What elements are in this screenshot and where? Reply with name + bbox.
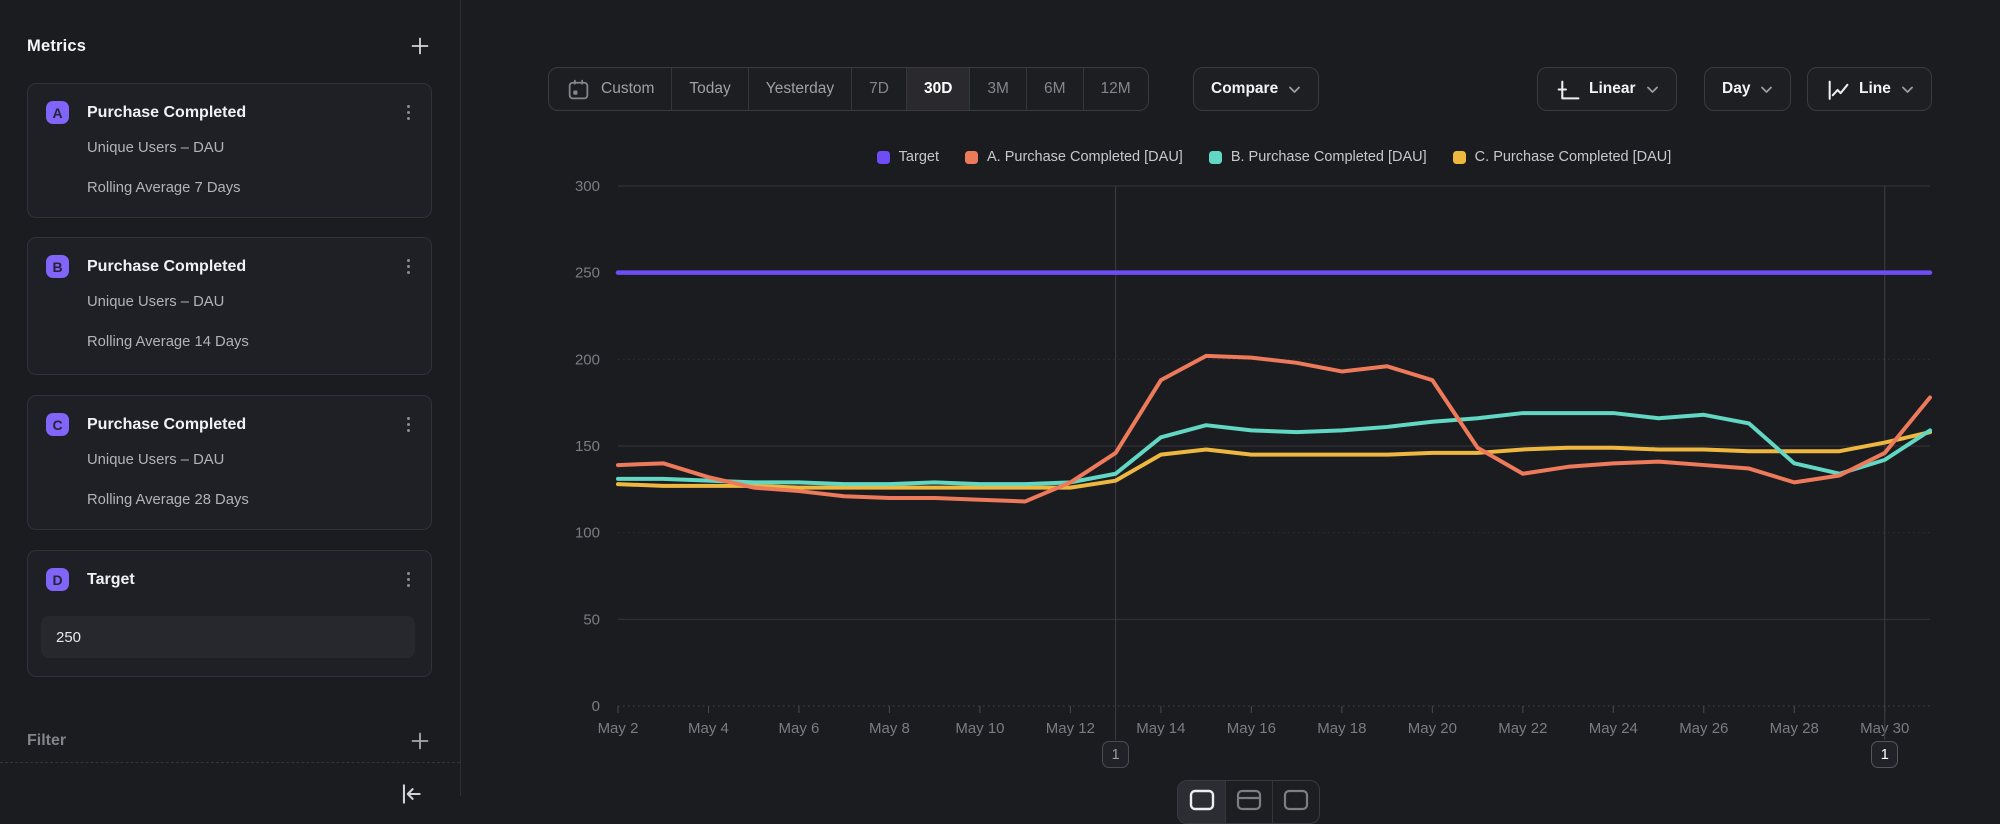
chevron-down-icon [1901, 85, 1914, 94]
target-title: Target [87, 571, 399, 589]
filter-title: Filter [27, 732, 66, 750]
view-chart-button[interactable] [1178, 781, 1225, 823]
add-filter-button[interactable] [409, 730, 431, 752]
annotation-badge[interactable]: 1 [1102, 741, 1129, 768]
svg-text:150: 150 [575, 438, 600, 455]
range-yesterday[interactable]: Yesterday [748, 68, 851, 110]
range-custom[interactable]: Custom [549, 68, 671, 110]
svg-text:250: 250 [575, 265, 600, 282]
range-30d[interactable]: 30D [906, 68, 969, 110]
svg-text:50: 50 [583, 611, 600, 628]
metric-title: Purchase Completed [87, 104, 399, 122]
chevron-down-icon [1288, 85, 1301, 94]
metric-badge-a: A [46, 101, 69, 124]
chart-legend: Target A. Purchase Completed [DAU] B. Pu… [618, 146, 1930, 168]
range-12m[interactable]: 12M [1083, 68, 1148, 110]
svg-text:May 28: May 28 [1770, 720, 1819, 737]
svg-text:May 8: May 8 [869, 720, 910, 737]
metric-card-b[interactable]: B Purchase Completed Unique Users – DAU … [27, 237, 432, 375]
sidebar-divider [0, 762, 460, 763]
metric-badge-d: D [46, 568, 69, 591]
svg-text:May 26: May 26 [1679, 720, 1728, 737]
legend-item-a[interactable]: A. Purchase Completed [DAU] [965, 149, 1183, 165]
metric-title: Purchase Completed [87, 416, 399, 434]
line-chart-icon [1825, 77, 1850, 102]
metric-card-c[interactable]: C Purchase Completed Unique Users – DAU … [27, 395, 432, 530]
metric-rolling: Rolling Average 14 Days [87, 334, 417, 350]
sidebar-title: Metrics [27, 37, 86, 56]
legend-item-target[interactable]: Target [877, 149, 939, 165]
svg-text:May 2: May 2 [598, 720, 639, 737]
svg-text:May 18: May 18 [1317, 720, 1366, 737]
kebab-menu-icon[interactable] [399, 102, 417, 124]
compare-button[interactable]: Compare [1193, 67, 1319, 111]
svg-text:300: 300 [575, 178, 600, 195]
kebab-menu-icon[interactable] [399, 414, 417, 436]
table-view-icon [1236, 789, 1262, 811]
metric-title: Purchase Completed [87, 258, 399, 276]
plus-icon [410, 36, 430, 56]
legend-swatch [1453, 151, 1466, 164]
legend-item-b[interactable]: B. Purchase Completed [DAU] [1209, 149, 1427, 165]
legend-item-c[interactable]: C. Purchase Completed [DAU] [1453, 149, 1672, 165]
legend-swatch [877, 151, 890, 164]
range-3m[interactable]: 3M [969, 68, 1026, 110]
linear-scale-icon [1555, 77, 1580, 102]
target-card[interactable]: D Target [27, 550, 432, 677]
svg-text:May 14: May 14 [1136, 720, 1185, 737]
add-metric-button[interactable] [409, 35, 431, 57]
target-value-input[interactable] [41, 616, 415, 658]
metric-measure: Unique Users – DAU [87, 140, 417, 156]
split-view-icon [1283, 789, 1309, 811]
svg-text:May 22: May 22 [1498, 720, 1547, 737]
chevron-down-icon [1646, 85, 1659, 94]
metric-card-a[interactable]: A Purchase Completed Unique Users – DAU … [27, 83, 432, 218]
annotation-badge[interactable]: 1 [1871, 741, 1898, 768]
view-split-button[interactable] [1272, 781, 1319, 823]
date-range-control: Custom Today Yesterday 7D 30D 3M 6M 12M [548, 67, 1149, 111]
result-view-switcher [1177, 780, 1320, 824]
chart-view-icon [1189, 789, 1215, 811]
metric-rolling: Rolling Average 28 Days [87, 492, 417, 508]
metric-badge-c: C [46, 413, 69, 436]
svg-text:May 6: May 6 [779, 720, 820, 737]
collapse-sidebar-button[interactable] [398, 781, 424, 807]
plus-icon [410, 731, 430, 751]
metric-measure: Unique Users – DAU [87, 294, 417, 310]
range-6m[interactable]: 6M [1026, 68, 1083, 110]
legend-swatch [965, 151, 978, 164]
metrics-sidebar: Metrics A Purchase Completed Unique User… [0, 0, 461, 796]
svg-text:May 4: May 4 [688, 720, 729, 737]
kebab-menu-icon[interactable] [399, 256, 417, 278]
range-7d[interactable]: 7D [851, 68, 906, 110]
svg-text:200: 200 [575, 351, 600, 368]
svg-text:May 16: May 16 [1227, 720, 1276, 737]
line-chart[interactable]: 0 50 100 150 200 250 300 May 2 May 4 May 6 May 8 Ma… [460, 120, 2000, 796]
view-table-button[interactable] [1225, 781, 1272, 823]
collapse-left-icon [398, 781, 424, 807]
metric-rolling: Rolling Average 7 Days [87, 180, 417, 196]
chevron-down-icon [1760, 85, 1773, 94]
svg-text:May 20: May 20 [1408, 720, 1457, 737]
svg-text:0: 0 [592, 698, 600, 715]
kebab-menu-icon[interactable] [399, 569, 417, 591]
metric-measure: Unique Users – DAU [87, 452, 417, 468]
scale-button[interactable]: Linear [1537, 67, 1677, 111]
chart-type-button[interactable]: Line [1807, 67, 1932, 111]
granularity-button[interactable]: Day [1704, 67, 1791, 111]
svg-text:May 10: May 10 [955, 720, 1004, 737]
svg-text:100: 100 [575, 525, 600, 542]
metric-badge-b: B [46, 255, 69, 278]
calendar-icon [566, 77, 591, 102]
svg-text:May 12: May 12 [1046, 720, 1095, 737]
legend-swatch [1209, 151, 1222, 164]
range-today[interactable]: Today [671, 68, 747, 110]
svg-text:May 24: May 24 [1589, 720, 1638, 737]
